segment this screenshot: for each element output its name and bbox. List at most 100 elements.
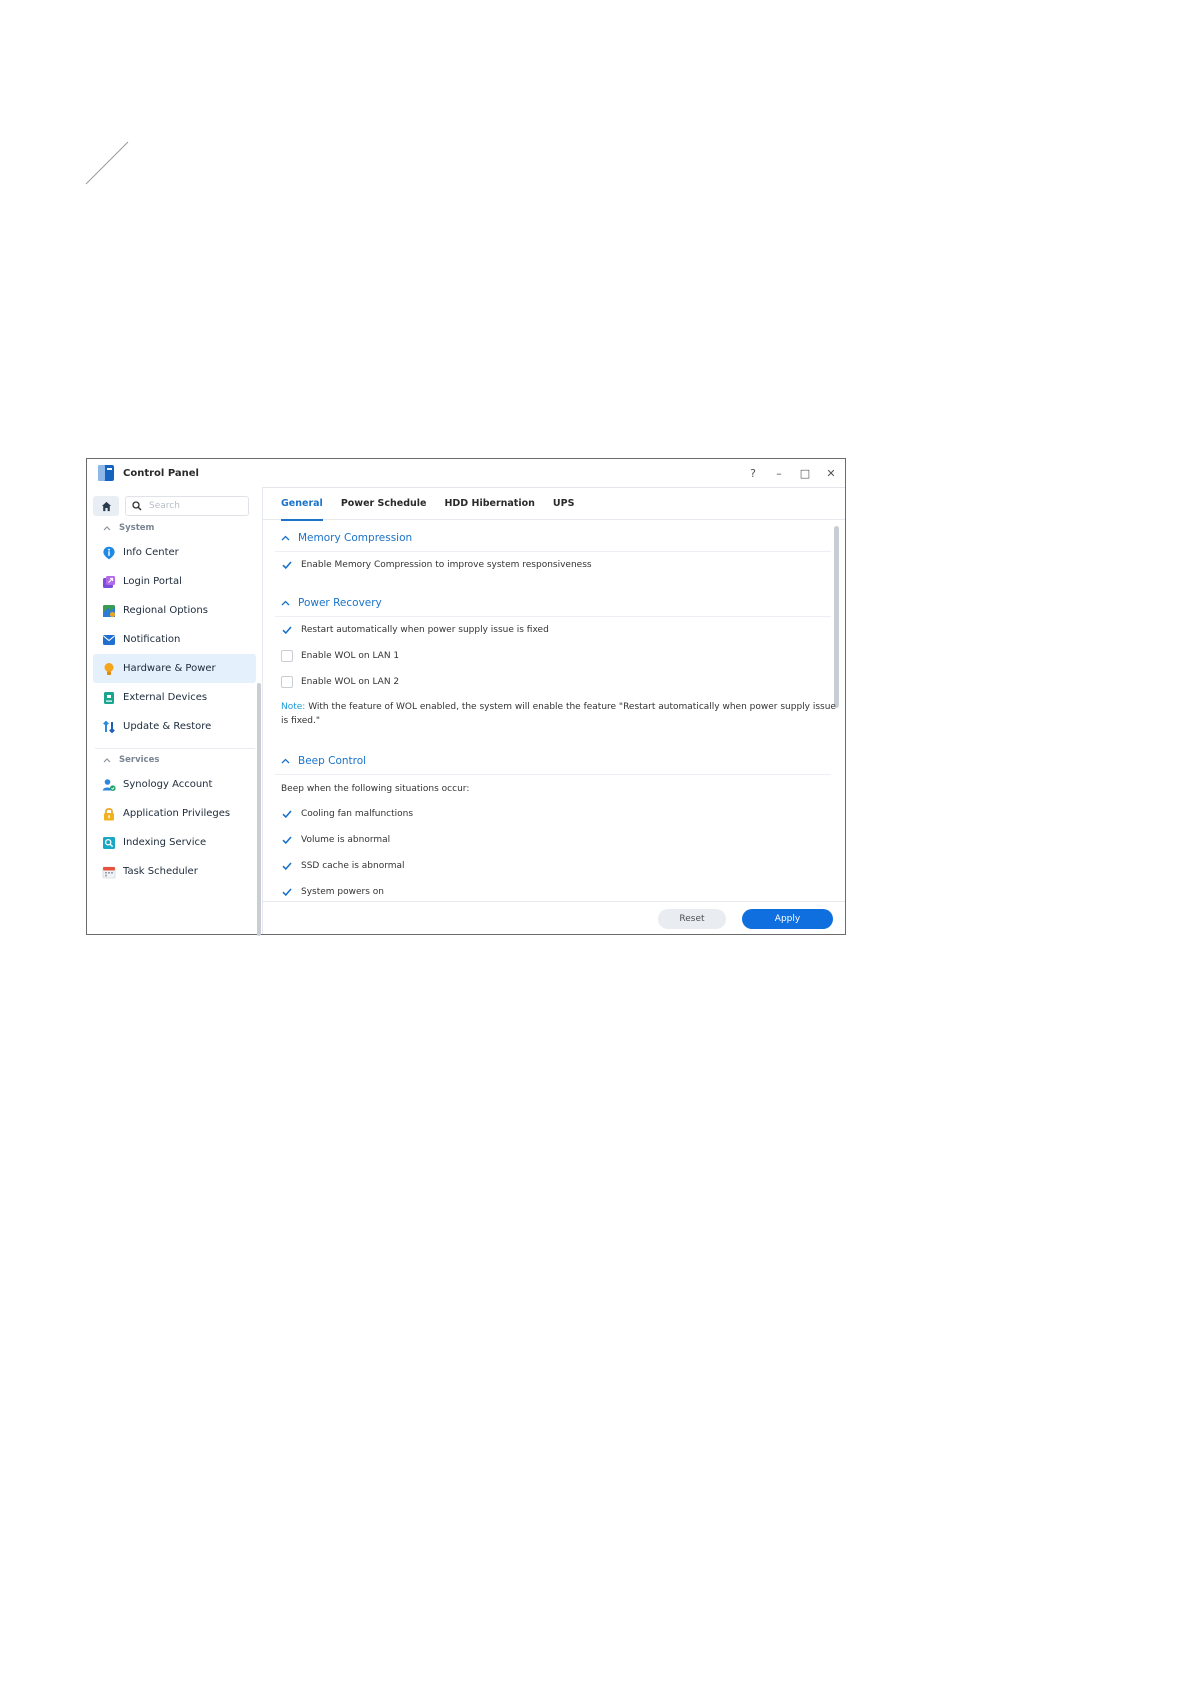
sidebar-item-label: Notification — [123, 634, 181, 645]
chevron-up-icon — [103, 758, 111, 763]
checkbox-label: Volume is abnormal — [301, 835, 391, 845]
check-icon — [282, 888, 292, 897]
external-devices-icon — [104, 691, 114, 704]
section-divider — [275, 616, 831, 617]
search-box[interactable] — [125, 496, 249, 516]
checkbox-checked[interactable] — [281, 559, 293, 571]
group-header-system[interactable]: System — [103, 523, 154, 533]
chevron-up-icon — [103, 526, 111, 531]
checkbox-ssd-cache[interactable]: SSD cache is abnormal — [281, 860, 405, 872]
group-label: Services — [119, 755, 160, 765]
section-title: Memory Compression — [298, 532, 413, 544]
checkbox-memory-compression[interactable]: Enable Memory Compression to improve sys… — [281, 559, 592, 571]
login-portal-icon — [103, 575, 115, 588]
note-label: Note: — [281, 702, 306, 712]
group-label: System — [119, 523, 155, 533]
check-icon — [282, 836, 292, 845]
sidebar-item-label: External Devices — [123, 692, 208, 703]
section-header-memory-compression[interactable]: Memory Compression — [281, 532, 412, 544]
chevron-up-icon — [281, 535, 290, 541]
sidebar-item-notification[interactable]: Notification — [93, 625, 256, 654]
checkbox-checked[interactable] — [281, 886, 293, 898]
sidebar-item-login-portal[interactable]: Login Portal — [93, 567, 256, 596]
checkbox-checked[interactable] — [281, 834, 293, 846]
update-restore-icon — [103, 720, 115, 733]
notification-icon — [103, 634, 115, 645]
checkbox-volume-abnormal[interactable]: Volume is abnormal — [281, 834, 390, 846]
group-header-services[interactable]: Services — [103, 755, 159, 765]
control-panel-app-icon — [98, 465, 114, 481]
main-panel: General Power Schedule HDD Hibernation U… — [263, 487, 845, 934]
sidebar-item-external-devices[interactable]: External Devices — [93, 683, 256, 712]
checkbox-restart-automatically[interactable]: Restart automatically when power supply … — [281, 624, 549, 636]
sidebar-item-application-privileges[interactable]: Application Privileges — [93, 799, 256, 828]
lock-icon — [104, 807, 114, 820]
footer-bar: Reset Apply — [263, 901, 845, 934]
sidebar-item-regional-options[interactable]: Regional Options — [93, 596, 256, 625]
sidebar-item-label: Task Scheduler — [123, 866, 198, 877]
checkbox-label: System powers on — [301, 887, 384, 897]
settings-content: Memory Compression Enable Memory Compres… — [263, 520, 845, 902]
section-title: Beep Control — [298, 755, 367, 767]
note-text: With the feature of WOL enabled, the sys… — [281, 702, 836, 726]
checkbox-label: SSD cache is abnormal — [301, 861, 405, 871]
section-divider — [275, 774, 831, 775]
section-title: Power Recovery — [298, 597, 382, 609]
tab-power-schedule[interactable]: Power Schedule — [341, 487, 427, 520]
chevron-up-icon — [281, 758, 290, 764]
content-scrollbar[interactable] — [834, 526, 839, 708]
title-bar: Control Panel ? – □ ✕ — [87, 459, 845, 488]
sidebar-item-label: Application Privileges — [123, 808, 231, 819]
section-header-power-recovery[interactable]: Power Recovery — [281, 597, 382, 609]
synology-account-icon — [102, 778, 116, 791]
tab-hdd-hibernation[interactable]: HDD Hibernation — [444, 487, 534, 520]
apply-button[interactable]: Apply — [742, 909, 833, 929]
section-divider — [275, 551, 831, 552]
decorative-slash-line — [85, 141, 129, 185]
sidebar-top-bar — [93, 496, 249, 516]
sidebar-item-task-scheduler[interactable]: Task Scheduler — [93, 857, 256, 886]
indexing-service-icon — [103, 836, 115, 849]
check-icon — [282, 626, 292, 635]
info-icon — [103, 546, 115, 559]
checkbox-checked[interactable] — [281, 808, 293, 820]
checkbox-unchecked[interactable] — [281, 676, 293, 688]
sidebar-item-indexing-service[interactable]: Indexing Service — [93, 828, 256, 857]
reset-button[interactable]: Reset — [658, 909, 726, 929]
minimize-icon[interactable]: – — [773, 467, 785, 480]
hardware-power-icon — [104, 662, 114, 675]
control-panel-window: Control Panel ? – □ ✕ Sy — [86, 458, 846, 936]
tab-ups[interactable]: UPS — [553, 487, 575, 520]
close-icon[interactable]: ✕ — [825, 467, 837, 480]
search-input[interactable] — [147, 500, 241, 512]
tab-bar: General Power Schedule HDD Hibernation U… — [263, 487, 845, 521]
home-button[interactable] — [93, 496, 119, 516]
sidebar-item-info-center[interactable]: Info Center — [93, 538, 256, 567]
help-icon[interactable]: ? — [747, 467, 759, 480]
checkbox-cooling-fan[interactable]: Cooling fan malfunctions — [281, 808, 413, 820]
tab-general[interactable]: General — [281, 487, 323, 521]
sidebar-item-label: Hardware & Power — [123, 663, 216, 674]
checkbox-system-powers-on[interactable]: System powers on — [281, 886, 384, 898]
checkbox-label: Enable Memory Compression to improve sys… — [301, 560, 592, 570]
sidebar-item-label: Login Portal — [123, 576, 182, 587]
checkbox-checked[interactable] — [281, 860, 293, 872]
sidebar-item-hardware-power[interactable]: Hardware & Power — [93, 654, 256, 683]
home-icon — [101, 501, 111, 511]
checkbox-checked[interactable] — [281, 624, 293, 636]
sidebar-item-label: Info Center — [123, 547, 179, 558]
sidebar-item-label: Update & Restore — [123, 721, 212, 732]
chevron-up-icon — [281, 600, 290, 606]
checkbox-unchecked[interactable] — [281, 650, 293, 662]
checkbox-wol-lan1[interactable]: Enable WOL on LAN 1 — [281, 650, 399, 662]
window-title: Control Panel — [123, 467, 199, 479]
section-header-beep-control[interactable]: Beep Control — [281, 755, 366, 767]
maximize-icon[interactable]: □ — [799, 467, 811, 480]
sidebar-item-label: Regional Options — [123, 605, 208, 616]
sidebar-item-synology-account[interactable]: Synology Account — [93, 770, 256, 799]
sidebar-scrollbar[interactable] — [257, 683, 261, 936]
sidebar-item-update-restore[interactable]: Update & Restore — [93, 712, 256, 741]
checkbox-wol-lan2[interactable]: Enable WOL on LAN 2 — [281, 676, 399, 688]
beep-intro-text: Beep when the following situations occur… — [281, 784, 470, 794]
calendar-icon — [102, 866, 116, 878]
